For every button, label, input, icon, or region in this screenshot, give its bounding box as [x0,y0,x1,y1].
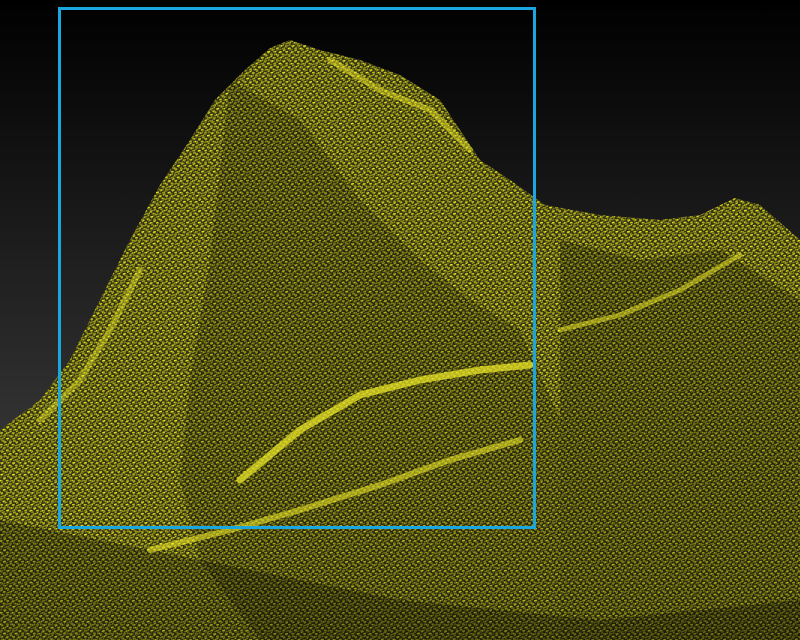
selection-rectangle[interactable] [58,7,536,529]
point-cloud-viewport[interactable] [0,0,800,640]
right-shading [560,240,800,640]
